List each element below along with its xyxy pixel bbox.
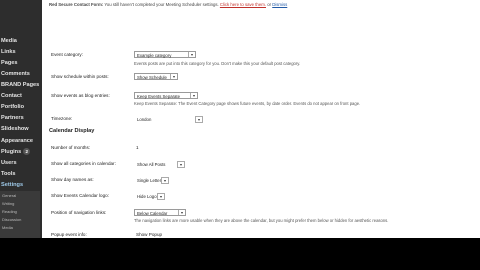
- sidebar-item-slideshow[interactable]: Slideshow: [0, 124, 29, 135]
- notice-dismiss-link[interactable]: Dismiss: [272, 2, 287, 7]
- chevron-down-icon: ▾: [188, 52, 195, 57]
- show-logo-select[interactable]: Hide Logo ▾: [134, 192, 166, 200]
- admin-notice: Red Secure Contact Form: You still haven…: [49, 0, 480, 9]
- nav-links-position-value: Below Calendar: [137, 211, 168, 216]
- timezone-select[interactable]: London ▾: [134, 115, 204, 123]
- submenu-item-writing[interactable]: Writing: [2, 201, 14, 206]
- sidebar-item-pages[interactable]: Pages: [0, 58, 17, 69]
- show-schedule-select[interactable]: Show Schedule ▾: [134, 73, 178, 80]
- plugins-update-badge: 2: [23, 148, 31, 156]
- sidebar-item-partners[interactable]: Partners: [0, 113, 24, 124]
- sidebar-item-brand-pages[interactable]: BRAND Pages: [0, 80, 39, 91]
- sidebar-item-contact[interactable]: Contact: [0, 91, 22, 102]
- admin-sidebar: Media Links Pages Comments BRAND Pages C…: [0, 0, 42, 238]
- show-all-categories-value: Show All Posts: [137, 162, 166, 167]
- show-schedule-label: Show schedule within posts:: [51, 74, 109, 79]
- notice-label: Red Secure Contact Form:: [49, 2, 104, 7]
- notice-save-link[interactable]: Click here to save them.: [220, 2, 266, 7]
- number-of-months-input[interactable]: 1: [136, 145, 139, 150]
- sidebar-item-appearance[interactable]: Appearance: [0, 136, 33, 147]
- submenu-item-discussion[interactable]: Discussion: [2, 217, 21, 222]
- show-day-names-select[interactable]: Single Letter ▾: [134, 176, 170, 184]
- event-category-help: Events posts are put into this category …: [134, 61, 301, 66]
- sidebar-item-users[interactable]: Users: [0, 158, 17, 169]
- show-events-blog-select[interactable]: Keep Events Separate ▾: [134, 92, 198, 99]
- show-logo-label: Show Events Calendar logo:: [51, 193, 109, 198]
- sidebar-item-tools[interactable]: Tools: [0, 169, 16, 180]
- timezone-value: London: [137, 117, 152, 122]
- show-logo-value: Hide Logo: [137, 194, 157, 199]
- event-category-value: Example category: [137, 53, 172, 58]
- sidebar-item-portfolio[interactable]: Portfolio: [0, 102, 24, 113]
- submenu-item-reading[interactable]: Reading: [2, 209, 17, 214]
- show-schedule-value: Show Schedule: [137, 75, 167, 80]
- submenu-item-media[interactable]: Media: [2, 225, 13, 230]
- timezone-label: Timezone:: [51, 116, 73, 121]
- screen: Media Links Pages Comments BRAND Pages C…: [0, 0, 480, 238]
- show-day-names-value: Single Letter: [137, 178, 162, 183]
- show-all-categories-label: Show all categories in calendar:: [51, 161, 116, 166]
- notice-or: or: [267, 2, 272, 7]
- popup-event-info-label: Popup event info:: [51, 232, 87, 237]
- settings-submenu: General Writing Reading Discussion Media: [0, 191, 40, 238]
- sidebar-item-media[interactable]: Media: [0, 36, 17, 47]
- chevron-down-icon: ▾: [161, 177, 169, 184]
- nav-links-position-help: The navigation links are more usable whe…: [134, 218, 389, 223]
- chevron-down-icon: ▾: [177, 161, 185, 168]
- sidebar-item-plugins-label: Plugins: [1, 149, 22, 155]
- show-day-names-label: Show day names as:: [51, 177, 94, 182]
- sidebar-item-links[interactable]: Links: [0, 47, 16, 58]
- show-events-blog-help: Keep Events Separate: The Event Category…: [134, 101, 361, 106]
- event-category-select[interactable]: Example category ▾: [134, 51, 196, 58]
- chevron-down-icon: ▾: [170, 74, 177, 79]
- popup-event-info-select[interactable]: Show Popup: [136, 232, 162, 237]
- chevron-down-icon: ▾: [178, 210, 185, 215]
- chevron-down-icon: ▾: [195, 116, 203, 123]
- show-all-categories-select[interactable]: Show All Posts ▾: [134, 160, 186, 168]
- nav-links-position-label: Position of navigation links:: [51, 210, 107, 215]
- sidebar-item-settings[interactable]: Settings: [0, 180, 23, 191]
- sidebar-item-plugins[interactable]: Plugins 2: [0, 147, 31, 158]
- show-events-blog-value: Keep Events Separate: [137, 94, 180, 99]
- submenu-item-general[interactable]: General: [2, 193, 16, 198]
- event-category-label: Event category:: [51, 52, 83, 57]
- calendar-display-heading: Calendar Display: [49, 128, 95, 134]
- show-events-blog-label: Show events as blog entries:: [51, 93, 110, 98]
- number-of-months-label: Number of months:: [51, 145, 91, 150]
- chevron-down-icon: ▾: [190, 93, 197, 98]
- nav-links-position-select[interactable]: Below Calendar ▾: [134, 209, 186, 216]
- sidebar-item-comments[interactable]: Comments: [0, 69, 30, 80]
- chevron-down-icon: ▾: [157, 193, 165, 200]
- notice-message: You still haven't completed your Meeting…: [104, 2, 219, 7]
